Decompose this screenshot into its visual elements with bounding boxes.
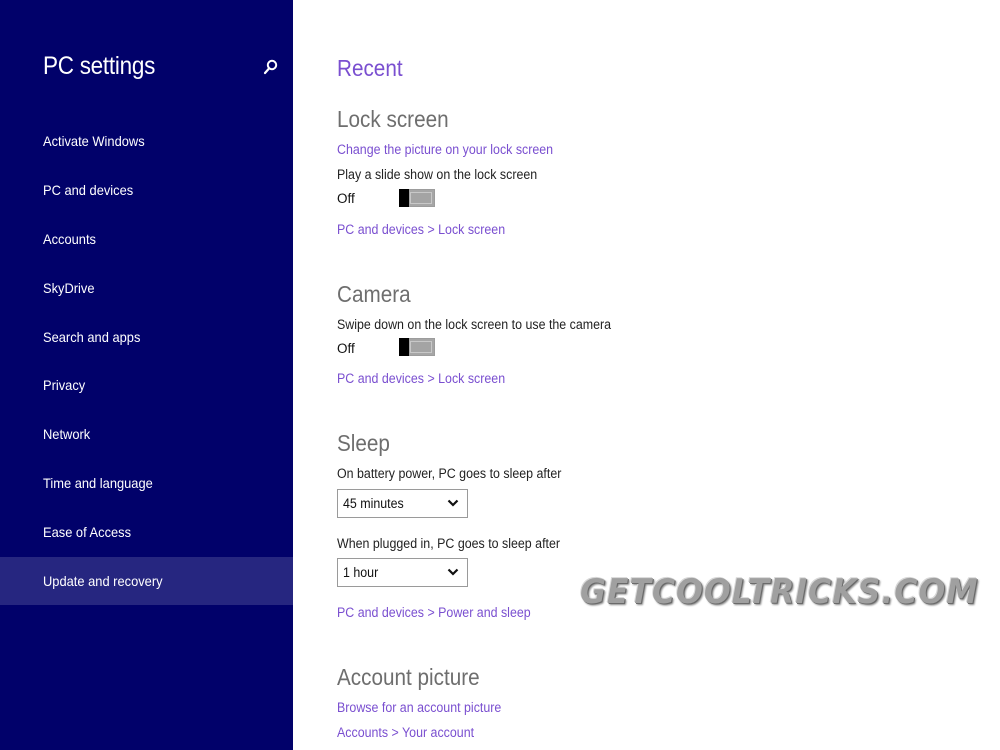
search-icon bbox=[263, 59, 278, 75]
sidebar-item-search-and-apps[interactable]: Search and apps bbox=[0, 313, 293, 361]
battery-sleep-value: 45 minutes bbox=[343, 496, 404, 511]
sidebar-item-label: PC and devices bbox=[43, 182, 134, 198]
browse-account-picture-link[interactable]: Browse for an account picture bbox=[337, 700, 501, 715]
battery-sleep-select[interactable]: 45 minutes bbox=[337, 489, 468, 518]
sidebar-item-label: Activate Windows bbox=[43, 133, 145, 149]
chevron-down-icon bbox=[447, 568, 459, 576]
sidebar-item-pc-and-devices[interactable]: PC and devices bbox=[0, 166, 293, 214]
sidebar-item-label: Network bbox=[43, 426, 91, 442]
lock-screen-heading: Lock screen bbox=[337, 106, 449, 132]
your-account-link[interactable]: Accounts > Your account bbox=[337, 725, 474, 740]
plugged-sleep-label: When plugged in, PC goes to sleep after bbox=[337, 536, 561, 551]
sidebar-item-privacy[interactable]: Privacy bbox=[0, 361, 293, 409]
sidebar-item-skydrive[interactable]: SkyDrive bbox=[0, 264, 293, 312]
sidebar-item-accounts[interactable]: Accounts bbox=[0, 215, 293, 263]
sidebar-item-activate-windows[interactable]: Activate Windows bbox=[0, 117, 293, 165]
sidebar-item-update-and-recovery[interactable]: Update and recovery bbox=[0, 557, 293, 605]
sidebar-item-label: Time and language bbox=[43, 475, 153, 491]
chevron-down-icon bbox=[447, 499, 459, 507]
sidebar-item-label: Ease of Access bbox=[43, 524, 132, 540]
sidebar-item-label: SkyDrive bbox=[43, 280, 95, 296]
camera-heading: Camera bbox=[337, 281, 411, 307]
lock-screen-settings-link[interactable]: PC and devices > Lock screen bbox=[337, 222, 505, 237]
sidebar-item-label: Privacy bbox=[43, 377, 86, 393]
sidebar-item-time-and-language[interactable]: Time and language bbox=[0, 459, 293, 507]
sidebar-item-label: Accounts bbox=[43, 231, 96, 247]
plugged-sleep-value: 1 hour bbox=[343, 565, 379, 580]
sidebar-item-network[interactable]: Network bbox=[0, 410, 293, 458]
slideshow-label: Play a slide show on the lock screen bbox=[337, 167, 538, 182]
watermark-text: GETCOOLTRICKS.COM bbox=[580, 572, 979, 612]
sleep-heading: Sleep bbox=[337, 430, 390, 456]
camera-state: Off bbox=[337, 341, 355, 356]
sidebar-item-label: Search and apps bbox=[43, 329, 141, 345]
app-title: PC settings bbox=[43, 52, 156, 80]
power-and-sleep-link[interactable]: PC and devices > Power and sleep bbox=[337, 605, 531, 620]
camera-lock-screen-link[interactable]: PC and devices > Lock screen bbox=[337, 371, 505, 386]
slideshow-state: Off bbox=[337, 191, 355, 206]
page-title: Recent bbox=[337, 55, 403, 81]
camera-label: Swipe down on the lock screen to use the… bbox=[337, 317, 612, 332]
camera-toggle[interactable] bbox=[399, 338, 435, 356]
search-button[interactable] bbox=[262, 58, 280, 78]
sidebar-item-label: Update and recovery bbox=[43, 573, 163, 589]
sidebar-item-ease-of-access[interactable]: Ease of Access bbox=[0, 508, 293, 556]
main-content: Recent Lock screen Change the picture on… bbox=[337, 0, 977, 750]
account-picture-heading: Account picture bbox=[337, 664, 480, 690]
change-lock-screen-picture-link[interactable]: Change the picture on your lock screen bbox=[337, 142, 553, 157]
plugged-sleep-select[interactable]: 1 hour bbox=[337, 558, 468, 587]
sidebar: PC settings Activate Windows PC and devi… bbox=[0, 0, 293, 750]
battery-sleep-label: On battery power, PC goes to sleep after bbox=[337, 466, 562, 481]
slideshow-toggle[interactable] bbox=[399, 189, 435, 207]
